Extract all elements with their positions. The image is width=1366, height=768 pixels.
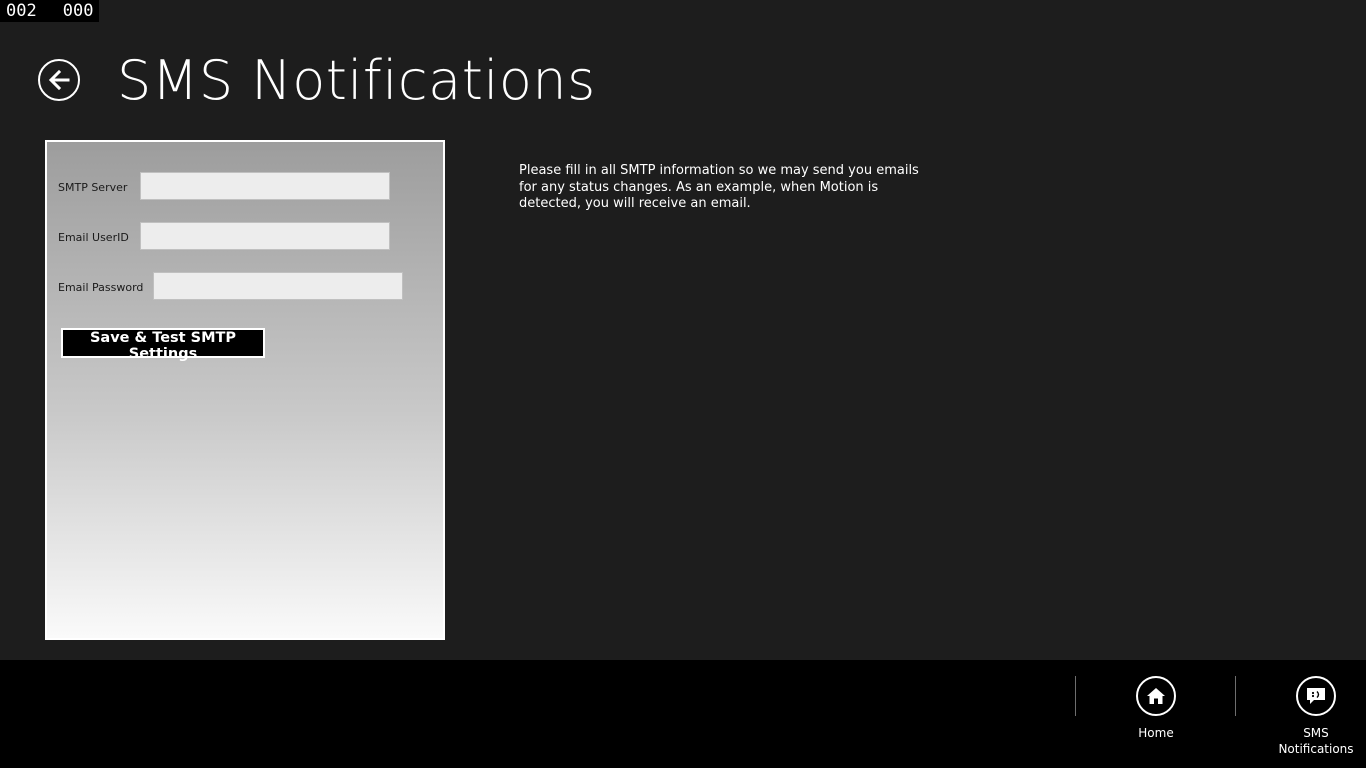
- email-password-label: Email Password: [58, 281, 144, 294]
- smtp-settings-panel: SMTP Server Email UserID Email Password …: [45, 140, 445, 640]
- frame-counter: 002 000: [0, 0, 100, 22]
- home-button-label: Home: [1138, 726, 1174, 740]
- home-button-circle: [1136, 676, 1176, 716]
- email-userid-label: Email UserID: [58, 231, 129, 244]
- email-userid-input[interactable]: [140, 222, 390, 250]
- description-text: Please fill in all SMTP information so w…: [519, 163, 919, 211]
- counter-right: 000: [62, 1, 94, 21]
- app-bar-separator: [1075, 676, 1076, 716]
- app-bar-separator: [1235, 676, 1236, 716]
- smtp-server-label: SMTP Server: [58, 181, 128, 194]
- sms-notifications-icon: [1307, 688, 1325, 704]
- home-button[interactable]: Home: [1106, 676, 1206, 741]
- home-icon: [1147, 688, 1165, 704]
- smtp-server-input[interactable]: [140, 172, 390, 200]
- back-button[interactable]: [38, 59, 80, 101]
- page-title: SMS Notifications: [117, 49, 596, 112]
- counter-left: 002: [6, 1, 37, 21]
- save-test-smtp-button[interactable]: Save & Test SMTP Settings: [61, 328, 265, 362]
- app-window: 002 000 SMS Notifications SMTP Server Em…: [0, 0, 1366, 768]
- sms-notifications-button-circle: [1296, 676, 1336, 716]
- email-password-input[interactable]: [153, 272, 403, 300]
- back-arrow-icon: [48, 69, 70, 91]
- sms-notifications-button[interactable]: SMS Notifications: [1266, 676, 1366, 757]
- sms-notifications-button-label: SMS Notifications: [1278, 726, 1354, 756]
- app-bar: Home SMS Notifications: [0, 660, 1366, 768]
